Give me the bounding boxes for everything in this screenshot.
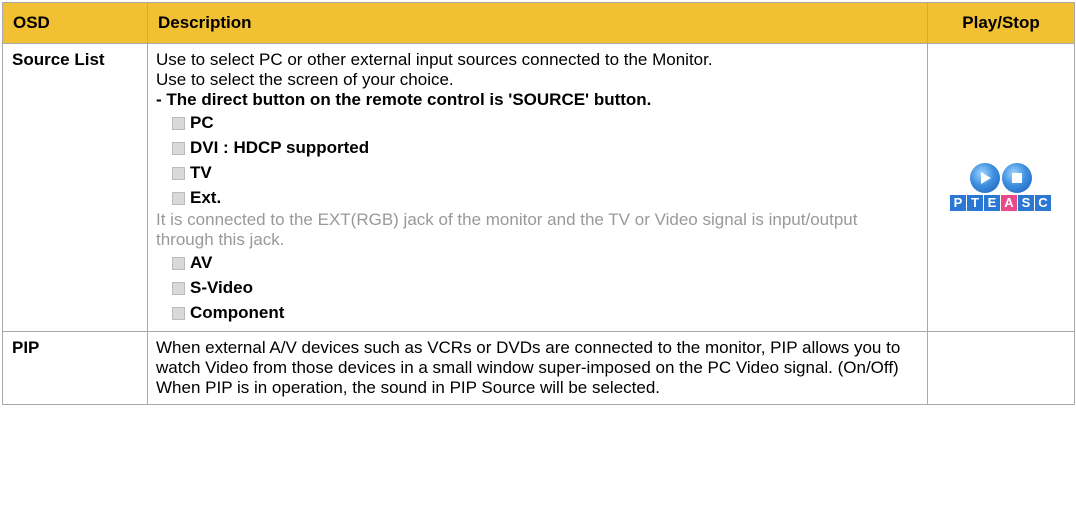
list-item: TV <box>172 160 919 185</box>
list-item-label: Ext. <box>190 187 222 207</box>
list-item: PC <box>172 110 919 135</box>
list-item: Ext. <box>172 185 919 210</box>
osd-pip: PIP <box>2 331 148 405</box>
list-item-label: Component <box>190 302 285 322</box>
ext-description: It is connected to the EXT(RGB) jack of … <box>156 210 858 249</box>
stop-button-icon[interactable] <box>1002 163 1032 193</box>
table-row: Source List Use to select PC or other ex… <box>2 43 1075 332</box>
list-item: AV <box>172 250 919 275</box>
list-item-label: TV <box>190 162 212 182</box>
play-stop-cell: P T E A S C <box>927 43 1075 332</box>
table-row: PIP When external A/V devices such as VC… <box>2 331 1075 405</box>
list-item: S-Video <box>172 275 919 300</box>
play-button-icon[interactable] <box>970 163 1000 193</box>
ptease-letters: P T E A S C <box>950 195 1052 211</box>
letter-badge: A <box>1001 195 1017 211</box>
description-line: Use to select PC or other external input… <box>156 50 713 69</box>
list-item: Component <box>172 300 919 325</box>
description-cell: When external A/V devices such as VCRs o… <box>147 331 928 405</box>
bullet-icon <box>172 117 185 130</box>
bullet-icon <box>172 257 185 270</box>
list-item-label: AV <box>190 252 213 272</box>
play-stop-cell-empty <box>927 331 1075 405</box>
bullet-icon <box>172 282 185 295</box>
play-stop-controls: P T E A S C <box>950 163 1052 211</box>
description-line: Use to select the screen of your choice. <box>156 70 454 89</box>
bullet-icon <box>172 192 185 205</box>
letter-badge: C <box>1035 195 1051 211</box>
letter-badge: T <box>967 195 983 211</box>
description-cell: Use to select PC or other external input… <box>147 43 928 332</box>
table-header-row: OSD Description Play/Stop <box>2 2 1075 44</box>
list-item-label: PC <box>190 112 214 132</box>
bullet-icon <box>172 142 185 155</box>
list-item-label: S-Video <box>190 277 253 297</box>
header-osd: OSD <box>2 2 148 44</box>
pip-description: When external A/V devices such as VCRs o… <box>156 338 901 377</box>
osd-source-list: Source List <box>2 43 148 332</box>
letter-badge: E <box>984 195 1000 211</box>
letter-badge: S <box>1018 195 1034 211</box>
letter-badge: P <box>950 195 966 211</box>
osd-table: OSD Description Play/Stop Source List Us… <box>2 2 1075 405</box>
remote-note: - The direct button on the remote contro… <box>156 90 652 109</box>
pip-sound-note: When PIP is in operation, the sound in P… <box>156 378 660 397</box>
list-item-label: DVI : HDCP supported <box>190 137 370 157</box>
list-item: DVI : HDCP supported <box>172 135 919 160</box>
header-description: Description <box>147 2 928 44</box>
bullet-icon <box>172 167 185 180</box>
bullet-icon <box>172 307 185 320</box>
header-play-stop: Play/Stop <box>927 2 1075 44</box>
